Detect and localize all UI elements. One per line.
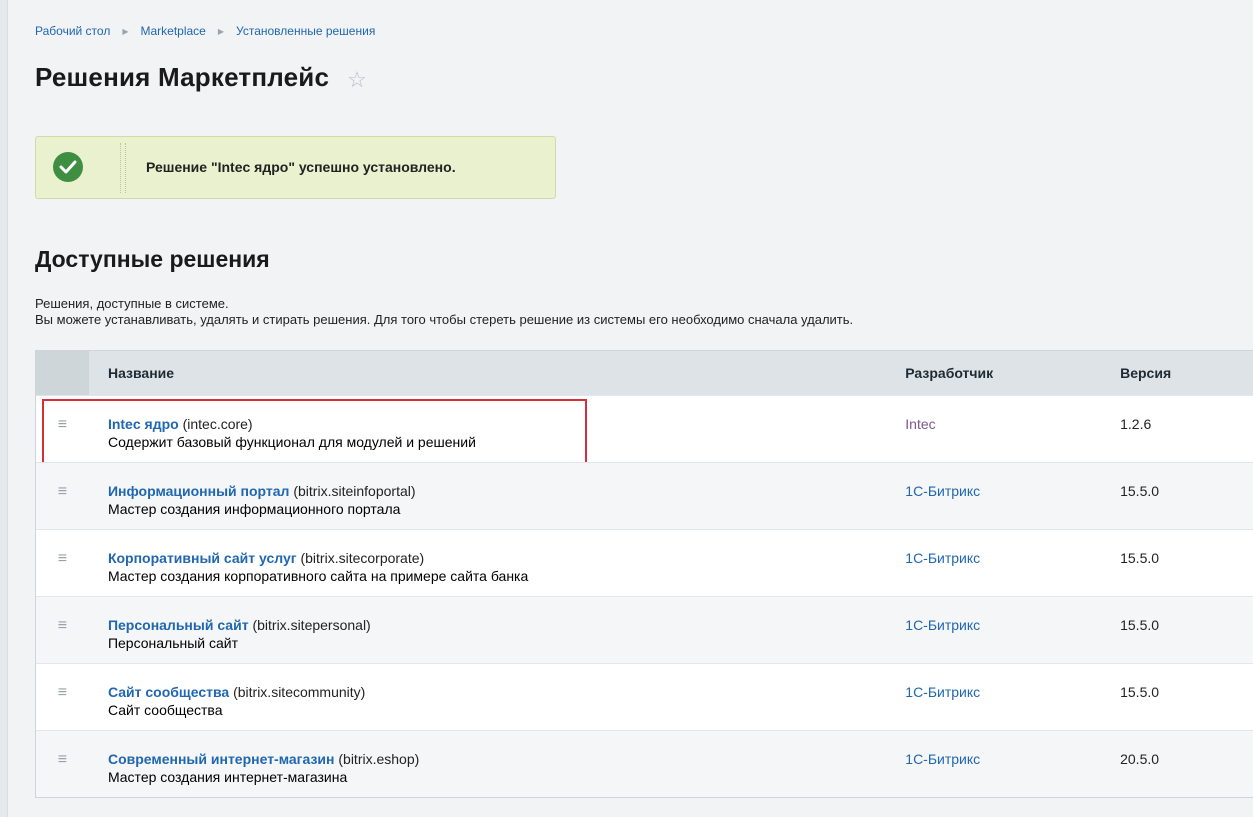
cell-version: 15.5.0 (1100, 664, 1253, 730)
header-grip-column (36, 351, 89, 395)
cell-developer: 1С-Битрикс (885, 731, 1100, 797)
cell-name: Современный интернет-магазин (bitrix.esh… (89, 731, 885, 797)
description-line: Вы можете устанавливать, удалять и стира… (35, 312, 854, 327)
breadcrumb-item-desktop[interactable]: Рабочий стол (35, 24, 110, 38)
solution-description: Персональный сайт (107, 635, 239, 651)
table-row[interactable]: ≡ Корпоративный сайт услуг (bitrix.sitec… (36, 529, 1253, 596)
cell-name: Персональный сайт (bitrix.sitepersonal) … (89, 597, 885, 663)
table-header: Название Разработчик Версия (36, 351, 1253, 395)
page-title: Решения Маркетплейс ☆ (35, 62, 367, 93)
star-icon[interactable]: ☆ (347, 67, 367, 93)
section-description: Решения, доступные в системе. Вы можете … (35, 296, 853, 328)
breadcrumb-item-installed[interactable]: Установленные решения (236, 24, 375, 38)
table-row[interactable]: ≡ Intec ядро (intec.core) Содержит базов… (36, 395, 1253, 466)
cell-version: 15.5.0 (1100, 530, 1253, 596)
solution-name-link[interactable]: Персональный сайт (108, 617, 249, 633)
menu-icon[interactable]: ≡ (36, 396, 89, 462)
solution-code: (bitrix.sitecommunity) (233, 684, 366, 700)
solution-description: Мастер создания информационного портала (107, 501, 401, 517)
page-title-text: Решения Маркетплейс (35, 62, 330, 92)
table-row[interactable]: ≡ Информационный портал (bitrix.siteinfo… (36, 462, 1253, 529)
developer-link[interactable]: 1С-Битрикс (905, 751, 980, 767)
notice-divider (120, 143, 126, 193)
cell-name: Intec ядро (intec.core) Содержит базовый… (89, 396, 885, 462)
cell-developer: 1С-Битрикс (885, 463, 1100, 529)
menu-icon[interactable]: ≡ (36, 597, 89, 663)
check-icon (53, 152, 83, 182)
header-name[interactable]: Название (89, 365, 885, 381)
cell-name: Корпоративный сайт услуг (bitrix.sitecor… (89, 530, 885, 596)
menu-icon[interactable]: ≡ (36, 731, 89, 797)
version-value: 15.5.0 (1120, 550, 1160, 566)
solution-description: Мастер создания корпоративного сайта на … (107, 568, 529, 584)
solution-name-link[interactable]: Сайт сообщества (108, 684, 229, 700)
menu-icon[interactable]: ≡ (36, 664, 89, 730)
solution-name-link[interactable]: Intec ядро (108, 416, 179, 432)
developer-link[interactable]: 1С-Битрикс (905, 617, 980, 633)
table-row[interactable]: ≡ Сайт сообщества (bitrix.sitecommunity)… (36, 663, 1253, 730)
chevron-right-icon: ▶ (217, 26, 225, 36)
notice-message: Решение "Intec ядро" успешно установлено… (146, 159, 456, 175)
table-row[interactable]: ≡ Современный интернет-магазин (bitrix.e… (36, 730, 1253, 797)
solution-code: (intec.core) (182, 416, 253, 432)
developer-link[interactable]: 1С-Битрикс (905, 684, 980, 700)
cell-version: 15.5.0 (1100, 463, 1253, 529)
developer-link[interactable]: 1С-Битрикс (905, 550, 980, 566)
solution-description: Мастер создания интернет-магазина (107, 769, 348, 785)
solution-code: (bitrix.eshop) (338, 751, 420, 767)
breadcrumb-item-marketplace[interactable]: Marketplace (140, 24, 205, 38)
solution-code: (bitrix.sitecorporate) (300, 550, 425, 566)
menu-icon[interactable]: ≡ (36, 530, 89, 596)
solutions-table: Название Разработчик Версия ≡ Intec ядро… (35, 350, 1253, 798)
solution-name-link[interactable]: Корпоративный сайт услуг (108, 550, 297, 566)
chevron-right-icon: ▶ (122, 26, 129, 36)
success-notice: Решение "Intec ядро" успешно установлено… (35, 136, 556, 199)
solution-description: Сайт сообщества (107, 702, 223, 718)
header-version[interactable]: Версия (1100, 365, 1253, 381)
version-value: 1.2.6 (1120, 416, 1152, 432)
menu-icon[interactable]: ≡ (36, 463, 89, 529)
cell-developer: 1С-Битрикс (885, 597, 1100, 663)
cell-version: 1.2.6 (1100, 396, 1253, 462)
solution-description: Содержит базовый функционал для модулей … (107, 434, 476, 450)
version-value: 20.5.0 (1120, 751, 1160, 767)
breadcrumb: Рабочий стол ▶ Marketplace ▶ Установленн… (35, 24, 375, 38)
cell-developer: Intec (885, 396, 1100, 462)
version-value: 15.5.0 (1120, 483, 1160, 499)
cell-name: Информационный портал (bitrix.siteinfopo… (89, 463, 885, 529)
solution-code: (bitrix.siteinfoportal) (293, 483, 416, 499)
developer-link[interactable]: Intec (905, 416, 935, 432)
cell-developer: 1С-Битрикс (885, 664, 1100, 730)
developer-link[interactable]: 1С-Битрикс (905, 483, 980, 499)
version-value: 15.5.0 (1120, 684, 1160, 700)
table-row[interactable]: ≡ Персональный сайт (bitrix.sitepersonal… (36, 596, 1253, 663)
solution-name-link[interactable]: Информационный портал (108, 483, 290, 499)
solution-name-link[interactable]: Современный интернет-магазин (108, 751, 335, 767)
cell-developer: 1С-Битрикс (885, 530, 1100, 596)
solution-code: (bitrix.sitepersonal) (252, 617, 371, 633)
section-title: Доступные решения (35, 246, 270, 272)
cell-version: 15.5.0 (1100, 597, 1253, 663)
cell-name: Сайт сообщества (bitrix.sitecommunity) С… (89, 664, 885, 730)
version-value: 15.5.0 (1120, 617, 1160, 633)
header-developer[interactable]: Разработчик (885, 365, 1100, 381)
left-panel-edge (0, 0, 8, 817)
cell-version: 20.5.0 (1100, 731, 1253, 797)
description-line: Решения, доступные в системе. (35, 296, 229, 311)
